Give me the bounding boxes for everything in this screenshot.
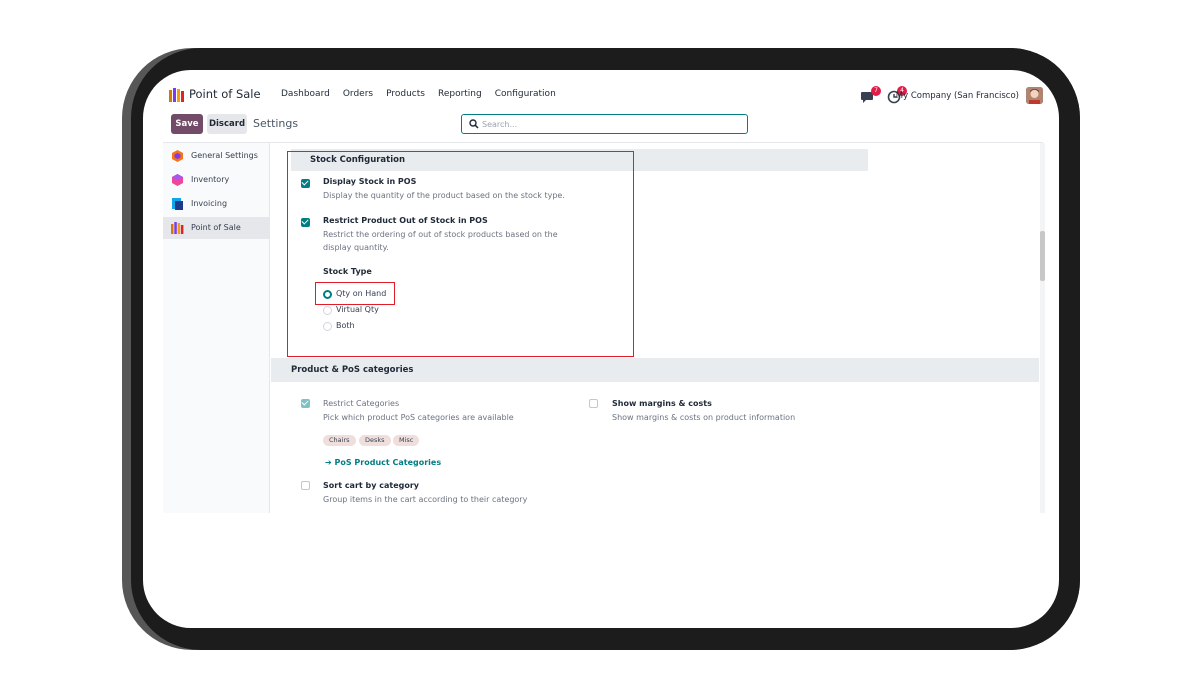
company-switcher[interactable]: My Company (San Francisco) — [896, 91, 1019, 101]
pos-product-categories-link[interactable]: ➔ PoS Product Categories — [325, 458, 441, 467]
invoicing-icon — [172, 198, 183, 210]
search-icon — [469, 119, 479, 129]
user-avatar[interactable] — [1026, 87, 1043, 104]
sidebar-item-label: Invoicing — [191, 199, 228, 208]
tag-chairs[interactable]: Chairs — [323, 435, 356, 446]
menu-configuration[interactable]: Configuration — [495, 89, 556, 99]
link-label: PoS Product Categories — [334, 458, 442, 467]
menu-reporting[interactable]: Reporting — [438, 89, 482, 99]
sort-cart-checkbox[interactable] — [301, 481, 310, 490]
show-margins-title: Show margins & costs — [612, 399, 712, 408]
tag-desks[interactable]: Desks — [359, 435, 391, 446]
systray: 7 4 My Company (San Francisco) — [843, 83, 1043, 107]
sidebar-item-invoicing[interactable]: Invoicing — [163, 193, 270, 215]
search-input[interactable] — [482, 117, 742, 131]
messages-badge: 7 — [871, 86, 881, 96]
pos-logo-icon[interactable] — [169, 88, 185, 102]
settings-sidebar: General Settings Inventory Invoicing Poi… — [163, 143, 270, 513]
top-navbar: Point of Sale Dashboard Orders Products … — [163, 80, 1043, 110]
stock-configuration-highlight — [287, 151, 634, 357]
sidebar-item-label: General Settings — [191, 151, 258, 160]
device-screen: Point of Sale Dashboard Orders Products … — [143, 70, 1059, 628]
sidebar-item-label: Inventory — [191, 175, 230, 184]
sidebar-item-general-settings[interactable]: General Settings — [163, 145, 270, 167]
scrollbar-thumb[interactable] — [1040, 231, 1045, 281]
control-panel: Save Discard Settings — [163, 114, 1043, 142]
messages-icon[interactable]: 7 — [861, 86, 881, 103]
menu-products[interactable]: Products — [386, 89, 425, 99]
general-settings-icon — [172, 150, 183, 162]
sidebar-item-point-of-sale[interactable]: Point of Sale — [163, 217, 270, 239]
arrow-right-icon: ➔ — [325, 458, 335, 467]
content-scrollbar[interactable] — [1040, 143, 1045, 513]
categories-header: Product & PoS categories — [271, 358, 1039, 382]
restrict-categories-title: Restrict Categories — [323, 399, 400, 408]
search-box[interactable] — [461, 114, 748, 134]
restrict-categories-checkbox[interactable] — [301, 399, 310, 408]
restrict-categories-desc: Pick which product PoS categories are av… — [323, 413, 514, 422]
breadcrumb: Settings — [253, 117, 299, 130]
menu-orders[interactable]: Orders — [343, 89, 373, 99]
settings-content: Stock Configuration Display Stock in POS… — [271, 143, 1039, 513]
app-name[interactable]: Point of Sale — [189, 87, 261, 101]
show-margins-desc: Show margins & costs on product informat… — [612, 413, 796, 422]
qty-on-hand-highlight — [315, 282, 395, 305]
discard-button[interactable]: Discard — [207, 114, 247, 134]
menu-dashboard[interactable]: Dashboard — [281, 89, 330, 99]
section-title: Product & PoS categories — [291, 365, 414, 375]
save-button[interactable]: Save — [171, 114, 203, 134]
sort-cart-title: Sort cart by category — [323, 481, 420, 490]
sidebar-item-inventory[interactable]: Inventory — [163, 169, 270, 191]
inventory-icon — [172, 174, 183, 186]
pos-icon — [171, 222, 184, 234]
tag-misc[interactable]: Misc — [393, 435, 420, 446]
sort-cart-desc: Group items in the cart according to the… — [323, 495, 528, 504]
main-menu: Dashboard Orders Products Reporting Conf… — [281, 89, 569, 99]
sidebar-item-label: Point of Sale — [191, 223, 241, 232]
show-margins-checkbox[interactable] — [589, 399, 598, 408]
